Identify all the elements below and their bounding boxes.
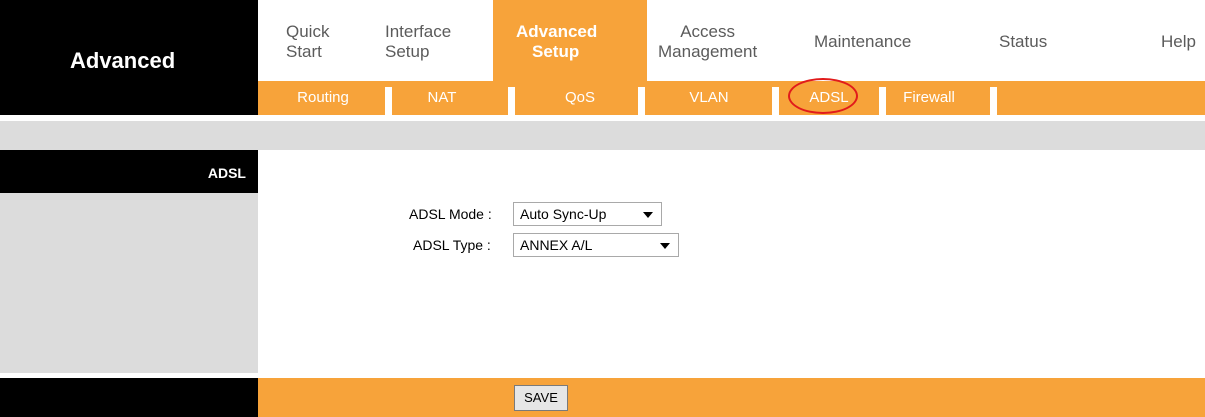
menu-quick-start[interactable]: Quick Start (286, 0, 329, 81)
menu-help-label: Help (1161, 32, 1196, 51)
submenu-vlan[interactable]: VLAN (645, 81, 773, 115)
menu-quick-start-line1: Quick (286, 22, 330, 41)
menu-help[interactable]: Help (1161, 0, 1196, 81)
adsl-mode-value: Auto Sync-Up (520, 206, 607, 222)
menu-advanced-setup[interactable]: Advanced Setup (493, 0, 647, 81)
submenu-separator (772, 87, 779, 115)
main-menu: Quick Start Interface Setup Advanced Set… (258, 0, 1205, 81)
submenu-separator (990, 87, 997, 115)
menu-maintenance[interactable]: Maintenance (814, 0, 911, 81)
adsl-mode-label: ADSL Mode : (409, 206, 492, 222)
menu-access-management-line2: Management (658, 42, 758, 61)
left-sidebar-panel (0, 193, 258, 373)
submenu-separator (638, 87, 645, 115)
adsl-type-select[interactable]: ANNEX A/L (513, 233, 679, 257)
adsl-type-value: ANNEX A/L (520, 237, 593, 253)
menu-access-management[interactable]: Access Management (658, 0, 757, 81)
menu-status-label: Status (999, 32, 1048, 51)
menu-advanced-setup-line1: Advanced (516, 22, 598, 41)
menu-quick-start-line2: Start (286, 42, 322, 61)
page-title-panel: Advanced (0, 0, 258, 115)
footer-left-panel (0, 378, 258, 417)
chevron-down-icon (660, 243, 670, 249)
submenu-separator (879, 87, 886, 115)
menu-interface-setup[interactable]: Interface Setup (385, 0, 451, 81)
submenu-qos[interactable]: QoS (515, 81, 645, 115)
menu-interface-setup-line2: Setup (385, 42, 430, 61)
footer-bar: SAVE (258, 378, 1205, 417)
divider-band (0, 121, 1205, 150)
menu-advanced-setup-line2: Setup (532, 42, 580, 61)
adsl-mode-select[interactable]: Auto Sync-Up (513, 202, 662, 226)
submenu-firewall[interactable]: Firewall (886, 81, 972, 115)
submenu-separator (385, 87, 392, 115)
page-title: Advanced (70, 48, 176, 73)
menu-interface-setup-line1: Interface (385, 22, 452, 41)
save-button[interactable]: SAVE (514, 385, 568, 411)
submenu-routing[interactable]: Routing (278, 81, 368, 115)
section-label-panel: ADSL (0, 150, 258, 193)
chevron-down-icon (643, 212, 653, 218)
menu-access-management-line1: Access (680, 22, 736, 41)
adsl-type-label: ADSL Type : (413, 237, 491, 253)
menu-maintenance-label: Maintenance (814, 32, 912, 51)
section-label: ADSL (207, 165, 246, 181)
adsl-settings-form: ADSL Mode : Auto Sync-Up ADSL Type : ANN… (258, 150, 1205, 373)
submenu-separator (508, 87, 515, 115)
submenu-nat[interactable]: NAT (392, 81, 492, 115)
adsl-highlight-circle (788, 78, 858, 114)
sub-menu: Routing NAT QoS VLAN ADSL Firewall (258, 78, 1205, 115)
menu-status[interactable]: Status (999, 0, 1047, 81)
